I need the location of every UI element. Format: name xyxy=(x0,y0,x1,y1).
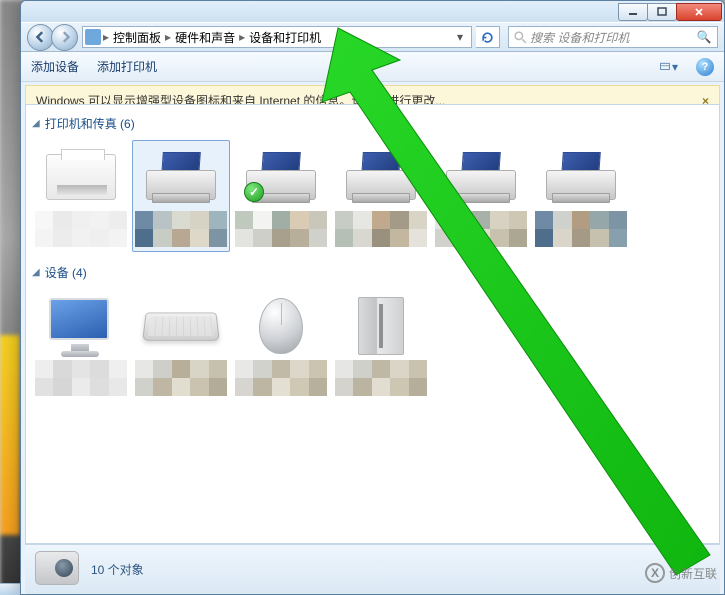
printer-item[interactable] xyxy=(332,140,430,252)
printer-item[interactable] xyxy=(532,140,630,252)
details-pane: 10 个对象 xyxy=(25,544,720,594)
item-label xyxy=(135,211,227,247)
collapse-icon[interactable]: ◢ xyxy=(32,118,40,129)
refresh-button[interactable] xyxy=(476,26,500,48)
watermark: X 创新互联 xyxy=(645,563,717,583)
maximize-button[interactable] xyxy=(647,3,677,21)
item-label xyxy=(35,211,127,247)
status-thumbnail xyxy=(35,551,81,589)
group-header-devices[interactable]: ◢ 设备 (4) xyxy=(32,264,713,281)
group-header-printers[interactable]: ◢ 打印机和传真 (6) xyxy=(32,115,713,132)
minimize-button[interactable] xyxy=(618,3,648,21)
nav-bar: ▸ 控制面板 ▸ 硬件和声音 ▸ 设备和打印机 ▾ 搜索 设备和打印机 🔍 xyxy=(21,22,724,52)
item-label xyxy=(535,211,627,247)
search-go-icon[interactable]: 🔍 xyxy=(695,30,713,44)
printer-item[interactable] xyxy=(432,140,530,252)
address-bar[interactable]: ▸ 控制面板 ▸ 硬件和声音 ▸ 设备和打印机 ▾ xyxy=(82,26,472,48)
search-placeholder: 搜索 设备和打印机 xyxy=(530,29,695,46)
watermark-text: 创新互联 xyxy=(669,565,717,582)
view-options-button[interactable]: ▾ xyxy=(660,58,678,76)
printer-item[interactable] xyxy=(132,140,230,252)
back-button[interactable] xyxy=(27,24,54,51)
mouse-item[interactable] xyxy=(232,289,330,401)
object-count: 10 个对象 xyxy=(91,561,144,578)
camera-icon xyxy=(35,551,79,585)
printers-group: ✓ xyxy=(32,140,713,252)
fax-item[interactable] xyxy=(32,140,130,252)
add-device-button[interactable]: 添加设备 xyxy=(31,58,79,75)
forward-button[interactable] xyxy=(51,24,78,51)
printer-item[interactable]: ✓ xyxy=(232,140,330,252)
crumb-control-panel[interactable]: 控制面板 xyxy=(109,29,165,46)
item-label xyxy=(435,211,527,247)
explorer-window: ▸ 控制面板 ▸ 硬件和声音 ▸ 设备和打印机 ▾ 搜索 设备和打印机 🔍 添加… xyxy=(20,0,725,595)
item-label xyxy=(335,211,427,247)
search-input[interactable]: 搜索 设备和打印机 🔍 xyxy=(508,26,718,48)
devices-icon xyxy=(85,29,101,45)
collapse-icon[interactable]: ◢ xyxy=(32,267,40,278)
address-dropdown[interactable]: ▾ xyxy=(451,30,469,44)
monitor-item[interactable] xyxy=(32,289,130,401)
content-pane[interactable]: ◢ 打印机和传真 (6) ✓ ◢ 设备 (4) xyxy=(25,104,720,544)
add-printer-button[interactable]: 添加打印机 xyxy=(97,58,157,75)
crumb-hardware-sound[interactable]: 硬件和声音 xyxy=(171,29,239,46)
group-title: 设备 (4) xyxy=(45,264,87,281)
help-button[interactable]: ? xyxy=(696,58,714,76)
item-label xyxy=(35,360,127,396)
group-title: 打印机和传真 (6) xyxy=(45,115,135,132)
keyboard-item[interactable] xyxy=(132,289,230,401)
item-label xyxy=(235,211,327,247)
devices-group xyxy=(32,289,713,401)
item-label xyxy=(335,360,427,396)
item-label xyxy=(135,360,227,396)
item-label xyxy=(235,360,327,396)
title-bar[interactable] xyxy=(21,1,724,22)
search-icon xyxy=(513,30,527,44)
crumb-devices-printers[interactable]: 设备和打印机 xyxy=(245,29,325,46)
drive-item[interactable] xyxy=(332,289,430,401)
close-button[interactable] xyxy=(676,3,722,21)
watermark-logo-icon: X xyxy=(645,563,665,583)
command-bar: 添加设备 添加打印机 ▾ ? xyxy=(21,52,724,82)
